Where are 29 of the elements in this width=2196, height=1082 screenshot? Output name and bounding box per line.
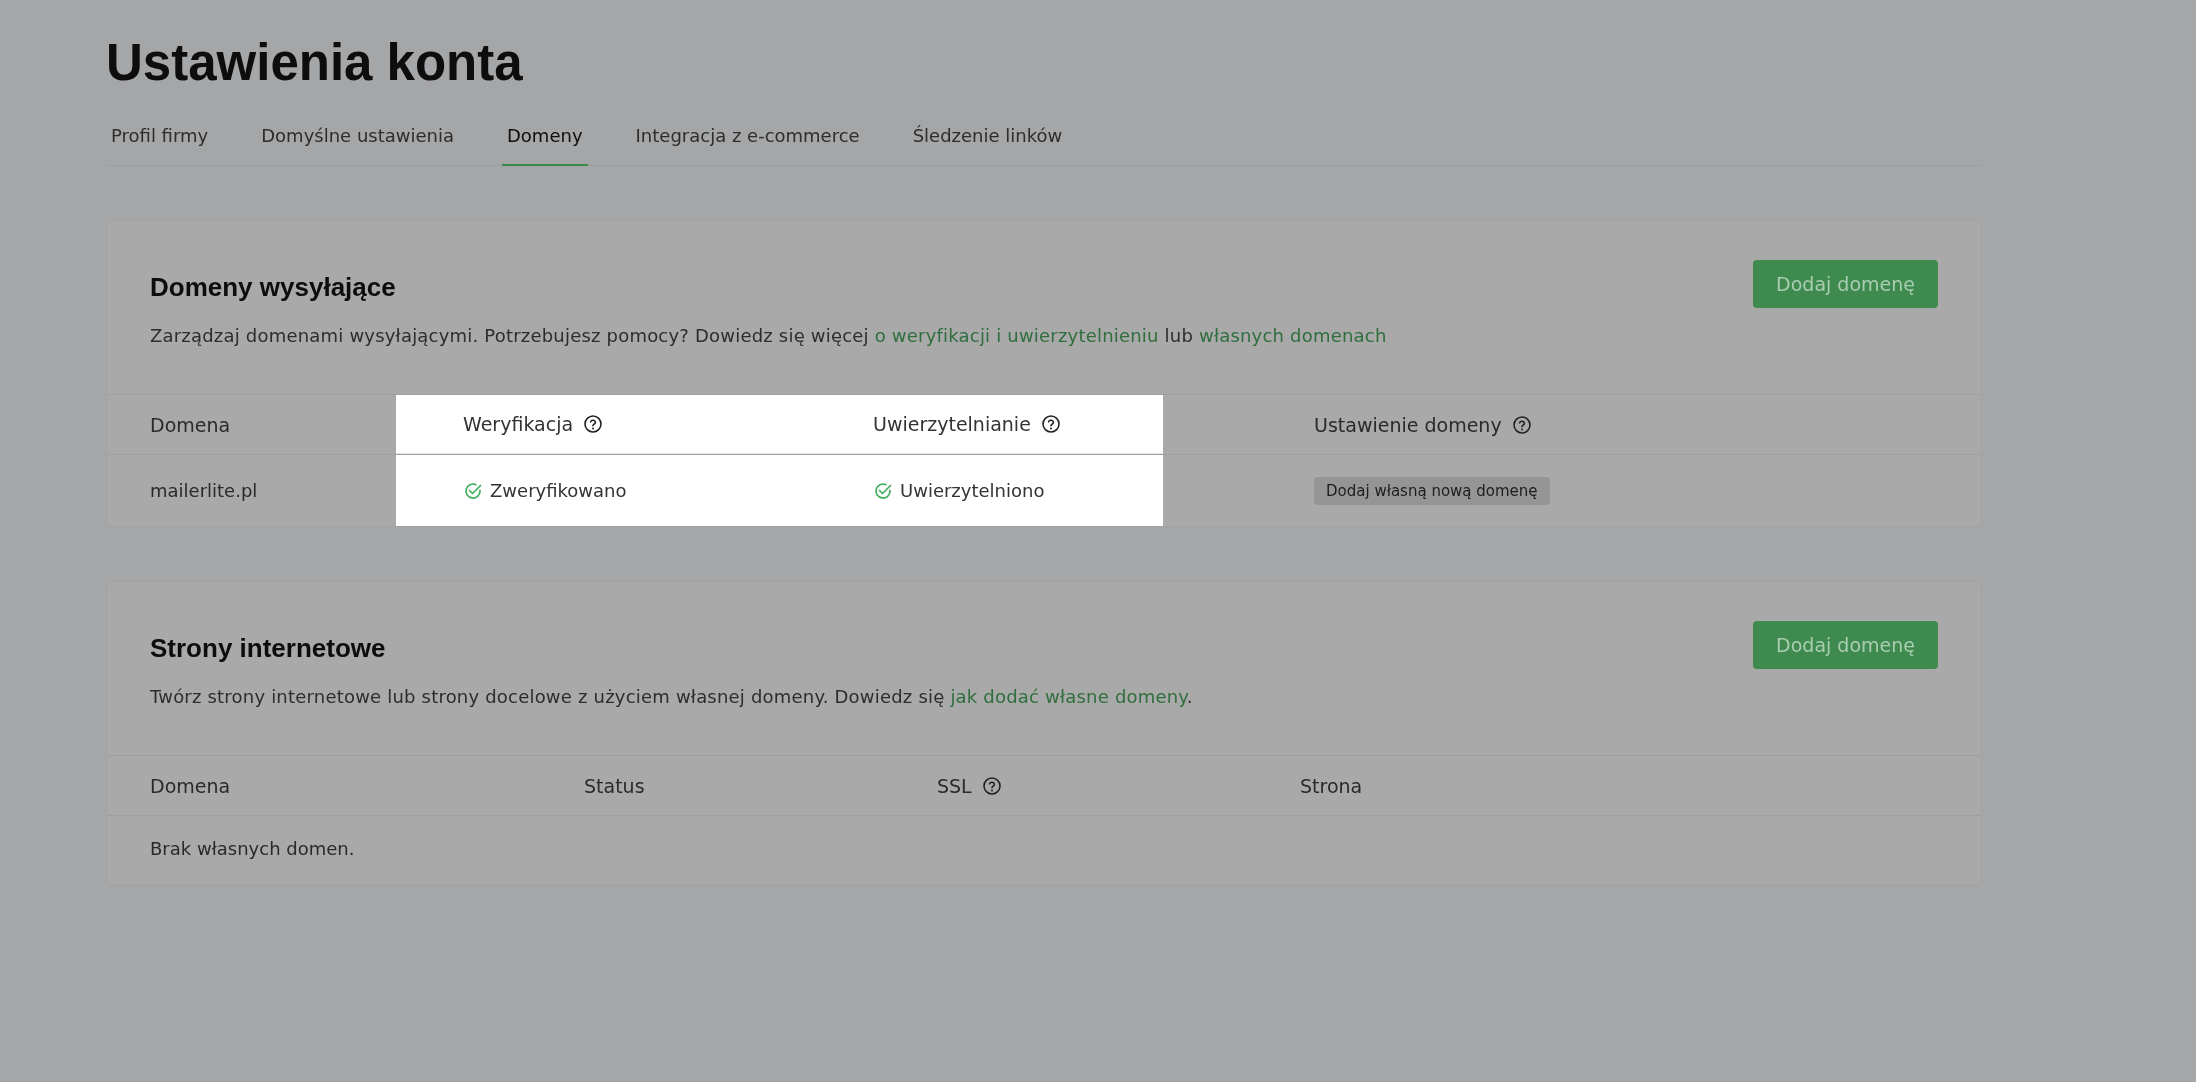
card-title: Strony internetowe (150, 633, 387, 665)
settings-tab[interactable]: Domeny (502, 113, 588, 167)
settings-tab[interactable]: Śledzenie linków (907, 113, 1068, 167)
table-cell: Uwierzytelniono (900, 480, 1045, 502)
column-header: Domena (150, 413, 231, 436)
card-description: Twórz strony internetowe lub strony docelowe z użyciem własnej domeny. Dowiedz się jak dodać własne domeny. (150, 686, 1193, 708)
help-icon[interactable] (1040, 414, 1061, 435)
check-circle-icon (873, 480, 893, 501)
table-cell: mailerlite.pl (150, 480, 258, 502)
help-icon[interactable] (981, 775, 1002, 796)
column-header: Weryfikacja (463, 413, 574, 436)
column-header: Strona (1300, 774, 1363, 797)
table-cell: Zweryfikowano (490, 480, 627, 502)
settings-tab[interactable]: Integracja z e-commerce (630, 113, 865, 167)
settings-tab[interactable]: Domyślne ustawienia (256, 113, 459, 167)
page-title: Ustawienia konta (106, 33, 524, 93)
check-circle-icon (463, 480, 483, 501)
column-header: SSL (937, 774, 972, 797)
empty-message: Brak własnych domen. (150, 838, 355, 860)
setup-tag[interactable]: Dodaj własną nową domenę (1314, 476, 1550, 505)
card-description: Zarządzaj domenami wysyłającymi. Potrzebujesz pomocy? Dowiedz się więcej o weryfikacji i uwierzytelnieniu lub własnych domenach (150, 325, 1387, 347)
column-header: Uwierzytelnianie (873, 413, 1031, 436)
help-icon[interactable] (583, 414, 604, 435)
settings-tab[interactable]: Profil firmy (106, 113, 214, 167)
column-header: Domena (150, 774, 231, 797)
help-icon[interactable] (1511, 414, 1532, 435)
column-header: Status (584, 774, 645, 797)
card-title: Domeny wysyłające (150, 272, 397, 304)
column-header: Ustawienie domeny (1314, 413, 1502, 436)
